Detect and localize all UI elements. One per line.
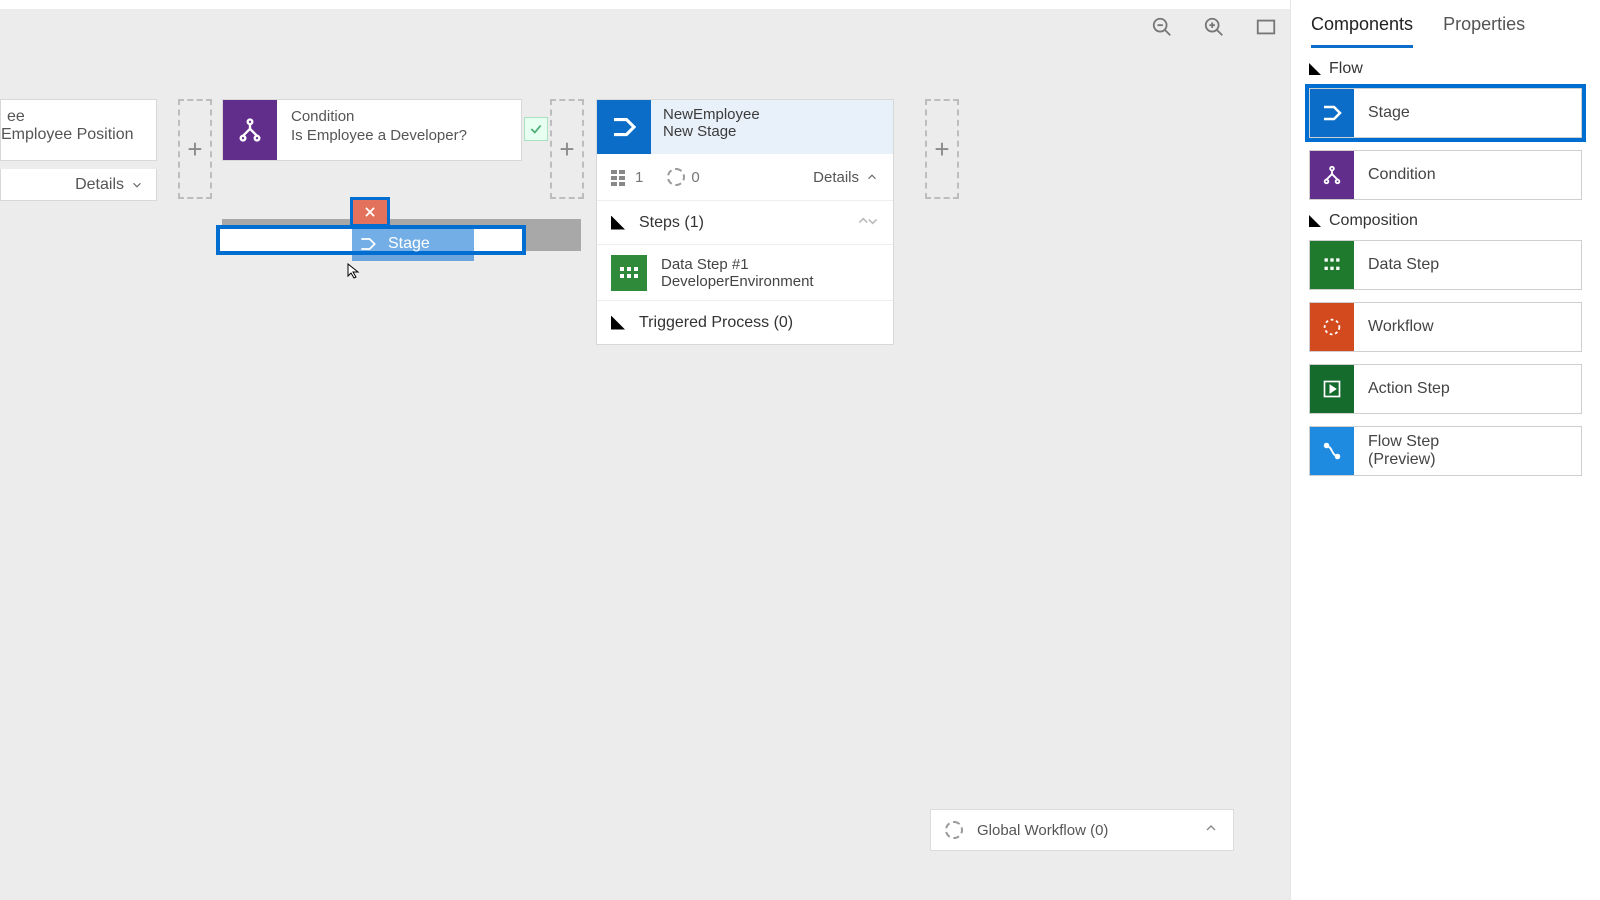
tab-properties[interactable]: Properties <box>1443 14 1525 48</box>
condition-node[interactable]: Condition Is Employee a Developer? <box>222 99 522 161</box>
steps-count-stat: 1 <box>611 169 643 186</box>
data-step-icon <box>611 255 647 291</box>
data-step-icon <box>1310 241 1354 289</box>
palette-item-flow-step[interactable]: Flow Step (Preview) <box>1309 426 1582 476</box>
step-subtitle: DeveloperEnvironment <box>661 273 814 290</box>
palette-label: Action Step <box>1354 380 1450 398</box>
palette-item-workflow[interactable]: Workflow <box>1309 302 1582 352</box>
stage-subtitle: New Stage <box>663 123 760 140</box>
collapse-triangle-icon <box>1309 63 1321 75</box>
palette-item-condition[interactable]: Condition <box>1309 150 1582 200</box>
action-step-icon <box>1310 365 1354 413</box>
plus-icon: + <box>187 134 202 165</box>
condition-icon <box>1310 151 1354 199</box>
steps-section-header[interactable]: Steps (1) <box>597 200 893 244</box>
condition-title: Condition <box>291 108 507 125</box>
stage-icon <box>1310 89 1354 137</box>
plus-icon: + <box>934 134 949 165</box>
palette-label: Data Step <box>1354 256 1439 274</box>
data-step-row[interactable]: Data Step #1 DeveloperEnvironment <box>597 244 893 300</box>
condition-drop-selection <box>216 225 526 255</box>
details-toggle-stage[interactable]: Details <box>813 169 879 186</box>
palette-item-data-step[interactable]: Data Step <box>1309 240 1582 290</box>
chevron-up-icon <box>1203 820 1219 840</box>
collapse-triangle-icon <box>1309 215 1321 227</box>
steps-header-label: Steps (1) <box>639 214 704 232</box>
palette-label: Stage <box>1354 104 1410 122</box>
condition-yes-badge <box>524 117 548 141</box>
canvas-toolbar <box>1150 15 1278 39</box>
cursor-icon <box>347 263 363 279</box>
palette-label: Workflow <box>1354 318 1434 336</box>
chevron-down-icon <box>130 178 144 192</box>
details-toggle-partial[interactable]: Details <box>0 169 157 201</box>
details-label: Details <box>75 176 124 194</box>
flow-step-icon <box>1310 427 1354 475</box>
workflow-count-stat: 0 <box>667 168 699 186</box>
palette-item-action-step[interactable]: Action Step <box>1309 364 1582 414</box>
section-label: Flow <box>1329 60 1363 78</box>
plus-icon: + <box>559 134 574 165</box>
condition-icon <box>223 100 277 160</box>
step-title: Data Step #1 <box>661 256 814 273</box>
triggered-process-header[interactable]: Triggered Process (0) <box>597 300 893 344</box>
right-panel: Components Properties Flow Stage Conditi… <box>1290 0 1600 900</box>
zoom-out-icon[interactable] <box>1150 15 1174 39</box>
section-header-flow[interactable]: Flow <box>1309 60 1582 78</box>
panel-tabs: Components Properties <box>1291 0 1600 48</box>
stage-node-expanded[interactable]: NewEmployee New Stage 1 0 Details Steps … <box>596 99 894 345</box>
workflow-icon <box>945 821 963 839</box>
palette-label: Condition <box>1354 166 1436 184</box>
collapse-triangle-icon <box>611 316 625 330</box>
dropzone-add-3[interactable]: + <box>925 99 959 199</box>
global-workflow-bar[interactable]: Global Workflow (0) <box>930 809 1234 851</box>
dropzone-add-2[interactable]: + <box>550 99 584 199</box>
workflow-icon <box>667 168 685 186</box>
stage-partial-line1: ee <box>7 108 25 126</box>
stage-title: NewEmployee <box>663 106 760 123</box>
triggered-label: Triggered Process (0) <box>639 314 793 332</box>
dropzone-add-1[interactable]: + <box>178 99 212 199</box>
workflow-icon <box>1310 303 1354 351</box>
section-header-composition[interactable]: Composition <box>1309 212 1582 230</box>
reorder-arrows-icon[interactable] <box>857 214 879 231</box>
workflow-count: 0 <box>691 169 699 186</box>
fit-screen-icon[interactable] <box>1254 15 1278 39</box>
details-label: Details <box>813 169 859 186</box>
list-icon <box>611 170 629 184</box>
stage-node-partial[interactable]: ee Employee Position <box>0 99 157 161</box>
drop-close-button[interactable] <box>350 197 390 227</box>
palette-item-stage[interactable]: Stage <box>1309 88 1582 138</box>
collapse-triangle-icon <box>611 216 625 230</box>
section-label: Composition <box>1329 212 1418 230</box>
zoom-in-icon[interactable] <box>1202 15 1226 39</box>
designer-canvas[interactable]: ee Employee Position Details + Condition… <box>0 9 1290 900</box>
global-workflow-label: Global Workflow (0) <box>977 822 1108 839</box>
chevron-up-icon <box>865 170 879 184</box>
condition-subtitle: Is Employee a Developer? <box>291 127 507 144</box>
steps-count: 1 <box>635 169 643 186</box>
stage-partial-line2: Employee Position <box>1 126 134 144</box>
stage-icon <box>597 100 651 154</box>
palette-label: Flow Step (Preview) <box>1354 433 1439 470</box>
close-icon <box>363 205 377 219</box>
tab-components[interactable]: Components <box>1311 14 1413 48</box>
